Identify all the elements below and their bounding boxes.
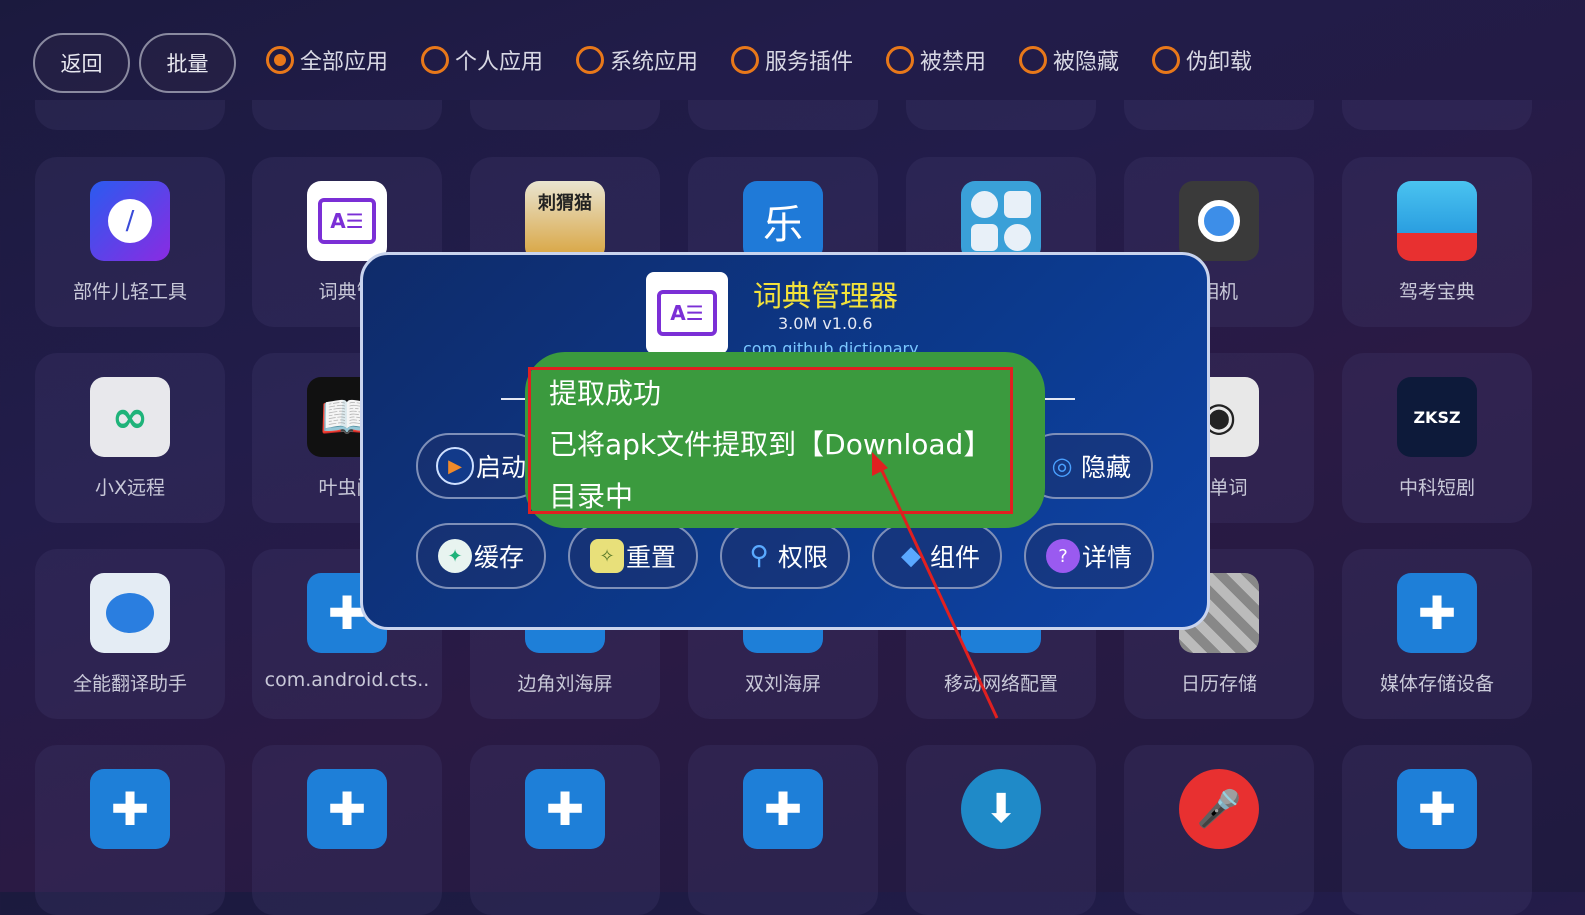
- annotation-arrow: [872, 452, 999, 719]
